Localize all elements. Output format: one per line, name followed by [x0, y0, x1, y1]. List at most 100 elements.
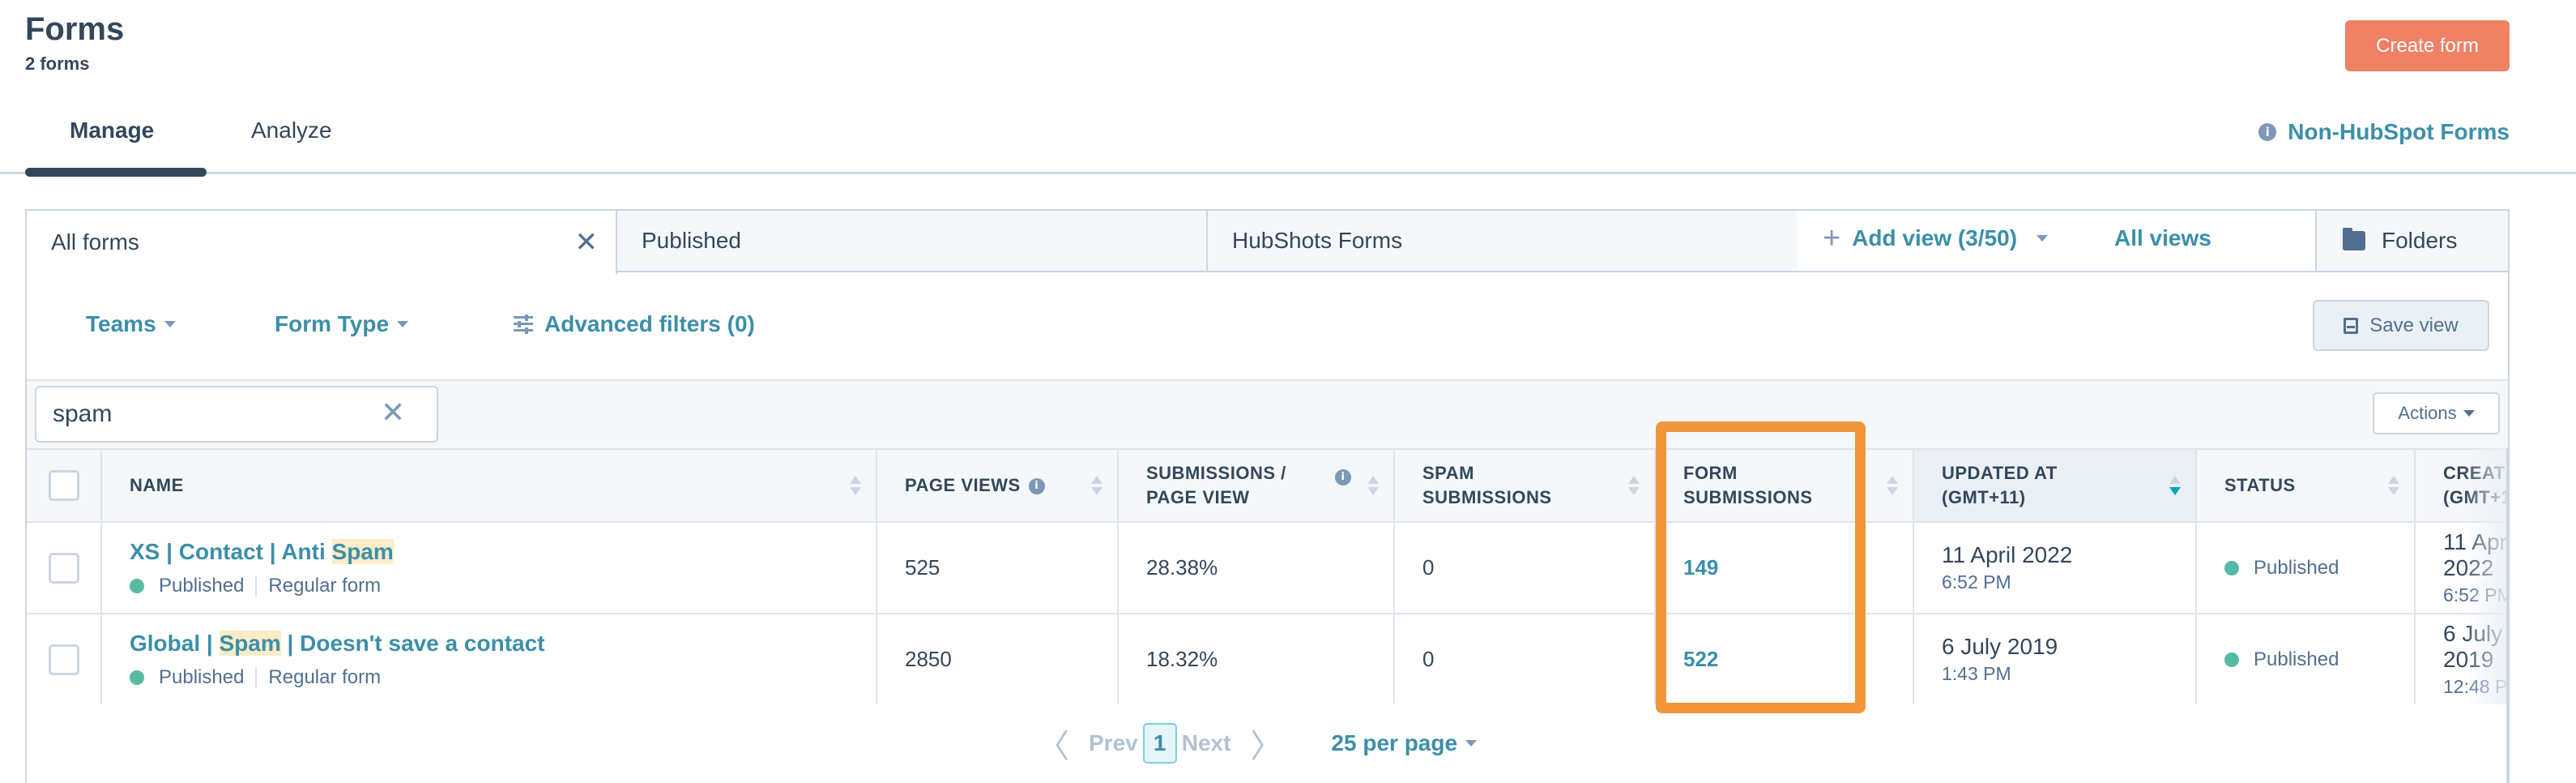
- form-submissions-link[interactable]: 149: [1683, 555, 1718, 580]
- search-input[interactable]: [35, 386, 438, 443]
- form-status: Published: [159, 665, 245, 688]
- info-icon[interactable]: i: [1335, 469, 1351, 486]
- folders-label: Folders: [2382, 228, 2458, 253]
- plus-icon: +: [1823, 221, 1841, 255]
- column-label: SPAM SUBMISSIONS: [1422, 463, 1552, 507]
- advanced-filters-button[interactable]: Advanced filters (0): [514, 311, 755, 337]
- column-header-page-views[interactable]: PAGE VIEWS i: [876, 448, 1119, 523]
- form-count: 2 forms: [25, 53, 90, 74]
- form-status: Published: [159, 574, 245, 597]
- view-tab-all-forms[interactable]: All forms ✕: [25, 209, 617, 274]
- status-label: Published: [2254, 648, 2339, 670]
- form-meta: Published Regular form: [130, 575, 848, 597]
- all-views-link[interactable]: All views: [2114, 225, 2211, 251]
- current-page[interactable]: 1: [1142, 723, 1177, 764]
- form-submissions-link[interactable]: 522: [1683, 647, 1718, 671]
- tab-manage[interactable]: Manage: [70, 118, 154, 143]
- column-header-name[interactable]: NAME: [100, 448, 877, 523]
- teams-filter-label: Teams: [86, 311, 156, 336]
- non-hubspot-forms-label: Non-HubSpot Forms: [2288, 119, 2510, 144]
- name-cell: Global | Spam | Doesn't save a contact P…: [100, 613, 877, 704]
- actions-label: Actions: [2398, 403, 2457, 423]
- form-name-link[interactable]: XS | Contact | Anti Spam: [130, 538, 848, 565]
- form-type-filter[interactable]: Form Type: [275, 311, 409, 337]
- form-type: Regular form: [268, 574, 382, 597]
- add-view-button[interactable]: + Add view (3/50): [1823, 221, 2049, 255]
- prev-page-button[interactable]: Prev: [1089, 730, 1138, 756]
- column-header-created-at[interactable]: CREATED AT (GMT+11): [2414, 448, 2508, 523]
- column-header-submission-rate[interactable]: SUBMISSIONS / PAGE VIEW i: [1117, 448, 1395, 523]
- per-page-dropdown[interactable]: 25 per page: [1331, 730, 1478, 756]
- chevron-left-icon[interactable]: 〈: [1037, 720, 1069, 767]
- form-meta: Published Regular form: [130, 666, 848, 689]
- sliders-icon: [514, 314, 533, 334]
- status-dot-icon: [130, 670, 144, 685]
- updated-time: 6:52 PM: [1942, 571, 2011, 593]
- form-name-link[interactable]: Global | Spam | Doesn't save a contact: [130, 630, 848, 657]
- form-submissions-cell: 522: [1654, 613, 1914, 704]
- sort-icon[interactable]: [1887, 476, 1898, 495]
- sort-icon[interactable]: [1091, 476, 1102, 495]
- forms-table: NAME PAGE VIEWS i SUBMISSIONS / PAGE VIEW…: [27, 448, 2508, 704]
- caret-down-icon: [2463, 410, 2475, 417]
- updated-date: 6 July 2019: [1942, 634, 2058, 659]
- sort-icon[interactable]: [2388, 476, 2399, 495]
- updated-date: 11 April 2022: [1942, 542, 2073, 567]
- tab-analyze[interactable]: Analyze: [251, 118, 332, 143]
- sort-icon[interactable]: [1628, 476, 1640, 495]
- column-header-updated-at[interactable]: UPDATED AT (GMT+11): [1913, 448, 2197, 523]
- teams-filter[interactable]: Teams: [86, 311, 176, 337]
- select-all-checkbox[interactable]: [48, 470, 79, 501]
- sort-icon[interactable]: [850, 476, 861, 495]
- advanced-filters-label: Advanced filters (0): [544, 311, 755, 336]
- close-view-icon[interactable]: ✕: [575, 229, 599, 256]
- sort-icon[interactable]: [1367, 476, 1379, 495]
- chevron-right-icon[interactable]: 〉: [1250, 720, 1282, 767]
- column-header-spam-submissions[interactable]: SPAM SUBMISSIONS: [1393, 448, 1656, 523]
- status-dot-icon: [130, 578, 144, 593]
- info-icon[interactable]: i: [1028, 478, 1045, 495]
- column-label: UPDATED AT (GMT+11): [1942, 463, 2058, 507]
- folders-tab[interactable]: Folders: [2315, 209, 2510, 272]
- tabs-divider: [0, 172, 2576, 174]
- column-label: CREATED AT (GMT+11): [2443, 463, 2508, 507]
- select-all-cell: [27, 448, 102, 523]
- row-select-cell: [27, 521, 102, 614]
- non-hubspot-forms-link[interactable]: i Non-HubSpot Forms: [2258, 119, 2510, 145]
- search-match-highlight: Spam: [331, 538, 394, 564]
- folder-icon: [2343, 228, 2365, 250]
- form-name-text: Global |: [130, 630, 220, 656]
- spam-submissions-cell: 0: [1393, 613, 1656, 704]
- caret-down-icon: [1465, 740, 1478, 747]
- view-tab-hubshots-forms[interactable]: HubShots Forms: [1206, 209, 1798, 272]
- search-match-highlight: Spam: [219, 630, 281, 656]
- page-title: Forms: [25, 11, 125, 47]
- table-row: Global | Spam | Doesn't save a contact P…: [27, 613, 2508, 704]
- view-tab-published[interactable]: Published: [616, 209, 1208, 272]
- row-checkbox[interactable]: [48, 644, 79, 675]
- add-view-label: Add view (3/50): [1852, 225, 2018, 250]
- save-view-label: Save view: [2369, 314, 2459, 336]
- created-time: 12:48 PM: [2443, 676, 2508, 697]
- save-view-button[interactable]: Save view: [2313, 300, 2489, 351]
- status-label: Published: [2254, 556, 2339, 579]
- column-header-status[interactable]: STATUS: [2195, 448, 2416, 523]
- status-dot-icon: [2224, 652, 2239, 667]
- next-page-button[interactable]: Next: [1182, 730, 1231, 756]
- submission-rate-cell: 18.32%: [1117, 613, 1395, 704]
- column-header-form-submissions[interactable]: FORM SUBMISSIONS: [1654, 448, 1914, 523]
- form-type-filter-label: Form Type: [275, 311, 390, 336]
- create-form-button[interactable]: Create form: [2345, 20, 2510, 71]
- name-cell: XS | Contact | Anti Spam Published Regula…: [100, 521, 877, 614]
- row-checkbox[interactable]: [48, 552, 79, 584]
- sort-desc-icon[interactable]: [2169, 476, 2181, 495]
- column-label: PAGE VIEWS: [905, 475, 1021, 495]
- board-right-border: [2506, 448, 2509, 783]
- clear-search-icon[interactable]: ✕: [381, 397, 405, 430]
- created-at-cell: 6 July 2019 12:48 PM: [2414, 613, 2508, 704]
- column-label: STATUS: [2224, 475, 2296, 495]
- caret-down-icon: [397, 321, 409, 327]
- updated-time: 1:43 PM: [1942, 663, 2011, 684]
- pagination: 〈 Prev 1 Next 〉 25 per page: [1037, 720, 1478, 767]
- actions-dropdown[interactable]: Actions: [2373, 392, 2500, 434]
